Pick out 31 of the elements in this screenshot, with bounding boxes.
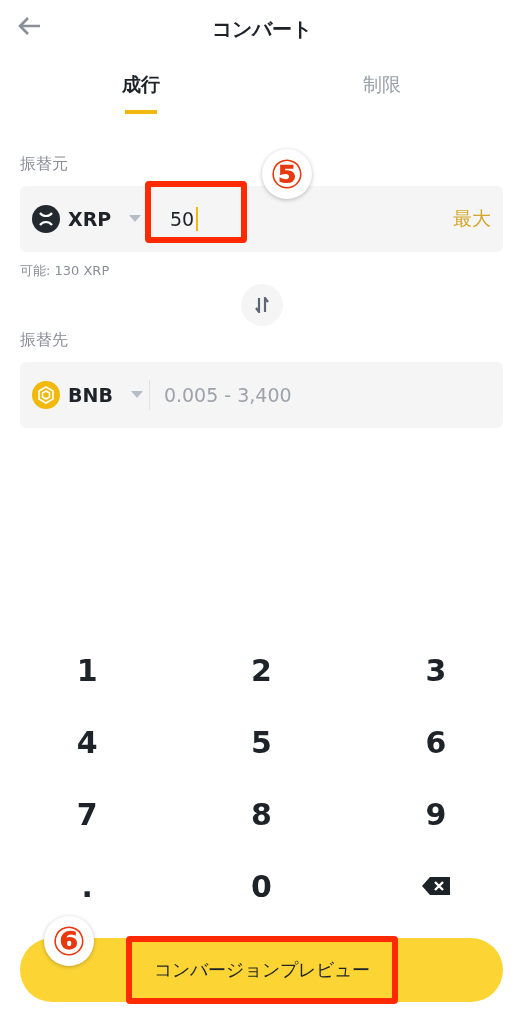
keypad-key[interactable]: 8 <box>221 788 302 840</box>
back-arrow-icon <box>18 16 42 36</box>
dropdown-caret-icon <box>130 391 143 399</box>
backspace-icon <box>420 876 451 896</box>
keypad-key[interactable]: 7 <box>47 788 128 840</box>
step-badge: ⑤ <box>262 149 312 199</box>
swap-icon <box>254 297 269 313</box>
coin-icon <box>32 205 60 233</box>
keypad-key[interactable]: 4 <box>47 716 128 768</box>
tab[interactable]: 成行 <box>20 58 262 120</box>
keypad-key[interactable]: 5 <box>221 716 302 768</box>
step-badge: ⑥ <box>44 916 94 966</box>
keypad-key[interactable]: 9 <box>395 788 476 840</box>
keypad-key[interactable]: 2 <box>221 644 302 696</box>
coin-selector[interactable]: BNB <box>32 381 143 409</box>
keypad-key[interactable]: 1 <box>47 644 128 696</box>
keypad-key[interactable]: 3 <box>395 644 476 696</box>
swap-button[interactable] <box>240 284 283 326</box>
dropdown-caret-icon <box>129 215 142 223</box>
amount-input[interactable]: 50 <box>170 208 196 230</box>
field-label: 振替先 <box>20 330 68 351</box>
keypad-key[interactable]: . <box>47 860 128 912</box>
text-cursor <box>196 207 198 231</box>
available-balance: 可能: 130 XRP <box>20 262 111 280</box>
keypad-key[interactable]: 6 <box>395 716 476 768</box>
field-label: 振替元 <box>20 154 68 175</box>
coin-selector[interactable]: XRP <box>32 205 150 233</box>
amount-input[interactable]: 0.005 - 3,400 <box>161 383 366 407</box>
page-title: コンバート <box>211 15 312 43</box>
coin-icon <box>32 381 60 409</box>
keypad-key[interactable]: 0 <box>221 860 302 912</box>
